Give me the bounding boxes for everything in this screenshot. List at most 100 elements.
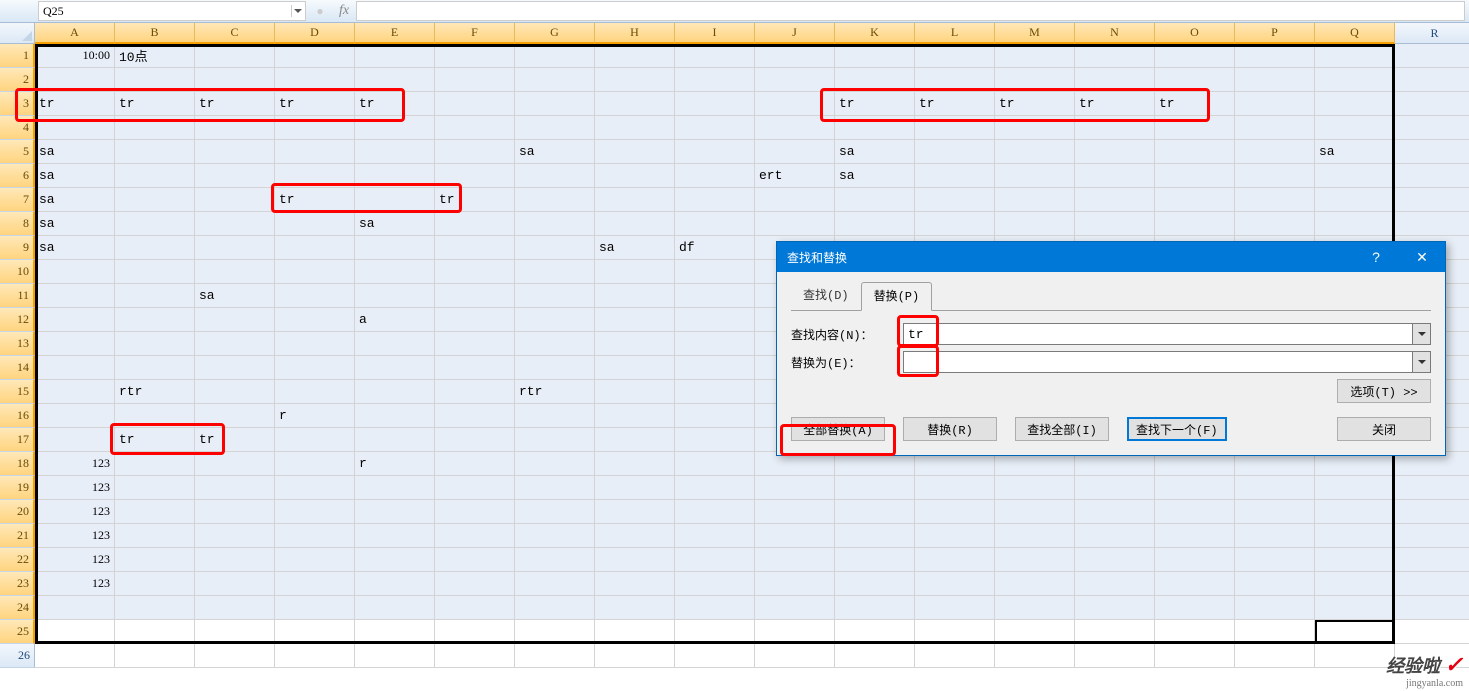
cell-I14[interactable] <box>675 356 755 380</box>
col-header-A[interactable]: A <box>35 23 115 44</box>
cell-A11[interactable] <box>35 284 115 308</box>
cell-C22[interactable] <box>195 548 275 572</box>
cell-H10[interactable] <box>595 260 675 284</box>
cell-A17[interactable] <box>35 428 115 452</box>
cell-E14[interactable] <box>355 356 435 380</box>
cell-H8[interactable] <box>595 212 675 236</box>
cell-O21[interactable] <box>1155 524 1235 548</box>
cell-E4[interactable] <box>355 116 435 140</box>
cell-L1[interactable] <box>915 44 995 68</box>
row-header-13[interactable]: 13 <box>0 332 35 356</box>
cell-M20[interactable] <box>995 500 1075 524</box>
cell-H17[interactable] <box>595 428 675 452</box>
cell-C15[interactable] <box>195 380 275 404</box>
cell-C14[interactable] <box>195 356 275 380</box>
cell-H26[interactable] <box>595 644 675 668</box>
cell-O24[interactable] <box>1155 596 1235 620</box>
cell-R6[interactable] <box>1395 164 1469 188</box>
cell-Q5[interactable]: sa <box>1315 140 1395 164</box>
cell-B6[interactable] <box>115 164 195 188</box>
cell-D3[interactable]: tr <box>275 92 355 116</box>
row-header-14[interactable]: 14 <box>0 356 35 380</box>
cell-L19[interactable] <box>915 476 995 500</box>
cell-C25[interactable] <box>195 620 275 644</box>
cell-J19[interactable] <box>755 476 835 500</box>
cell-O1[interactable] <box>1155 44 1235 68</box>
cell-G14[interactable] <box>515 356 595 380</box>
cell-D12[interactable] <box>275 308 355 332</box>
cell-L22[interactable] <box>915 548 995 572</box>
cell-H15[interactable] <box>595 380 675 404</box>
cell-I26[interactable] <box>675 644 755 668</box>
cell-M6[interactable] <box>995 164 1075 188</box>
cell-M21[interactable] <box>995 524 1075 548</box>
cell-C19[interactable] <box>195 476 275 500</box>
cell-D26[interactable] <box>275 644 355 668</box>
cell-O2[interactable] <box>1155 68 1235 92</box>
cell-C7[interactable] <box>195 188 275 212</box>
cell-F10[interactable] <box>435 260 515 284</box>
cell-F11[interactable] <box>435 284 515 308</box>
cell-C1[interactable] <box>195 44 275 68</box>
cell-O7[interactable] <box>1155 188 1235 212</box>
cell-J8[interactable] <box>755 212 835 236</box>
cell-B17[interactable]: tr <box>115 428 195 452</box>
col-header-J[interactable]: J <box>755 23 835 44</box>
replace-input[interactable] <box>903 351 1413 373</box>
cell-G3[interactable] <box>515 92 595 116</box>
cell-H12[interactable] <box>595 308 675 332</box>
cell-I20[interactable] <box>675 500 755 524</box>
row-header-22[interactable]: 22 <box>0 548 35 572</box>
cell-G4[interactable] <box>515 116 595 140</box>
find-next-button[interactable]: 查找下一个(F) <box>1127 417 1227 441</box>
cell-R25[interactable] <box>1395 620 1469 644</box>
cell-J1[interactable] <box>755 44 835 68</box>
cell-D23[interactable] <box>275 572 355 596</box>
col-header-O[interactable]: O <box>1155 23 1235 44</box>
cell-Q26[interactable] <box>1315 644 1395 668</box>
cell-E11[interactable] <box>355 284 435 308</box>
cell-D10[interactable] <box>275 260 355 284</box>
cell-B25[interactable] <box>115 620 195 644</box>
cell-B15[interactable]: rtr <box>115 380 195 404</box>
cell-I24[interactable] <box>675 596 755 620</box>
cell-J25[interactable] <box>755 620 835 644</box>
cell-N1[interactable] <box>1075 44 1155 68</box>
cell-D20[interactable] <box>275 500 355 524</box>
cell-N22[interactable] <box>1075 548 1155 572</box>
cell-G25[interactable] <box>515 620 595 644</box>
cell-B16[interactable] <box>115 404 195 428</box>
cell-P26[interactable] <box>1235 644 1315 668</box>
cell-H14[interactable] <box>595 356 675 380</box>
cell-D19[interactable] <box>275 476 355 500</box>
cell-A4[interactable] <box>35 116 115 140</box>
cell-I13[interactable] <box>675 332 755 356</box>
cell-E1[interactable] <box>355 44 435 68</box>
row-header-11[interactable]: 11 <box>0 284 35 308</box>
cell-A23[interactable]: 123 <box>35 572 115 596</box>
cell-Q4[interactable] <box>1315 116 1395 140</box>
cell-F6[interactable] <box>435 164 515 188</box>
row-header-15[interactable]: 15 <box>0 380 35 404</box>
cell-C2[interactable] <box>195 68 275 92</box>
name-box[interactable]: Q25 <box>38 1 306 21</box>
cell-A22[interactable]: 123 <box>35 548 115 572</box>
cell-A1[interactable]: 10:00 <box>35 44 115 68</box>
close-button[interactable]: ✕ <box>1399 242 1445 272</box>
cell-E7[interactable] <box>355 188 435 212</box>
cell-F18[interactable] <box>435 452 515 476</box>
cell-L4[interactable] <box>915 116 995 140</box>
cell-N19[interactable] <box>1075 476 1155 500</box>
cell-J24[interactable] <box>755 596 835 620</box>
cell-G11[interactable] <box>515 284 595 308</box>
cell-G8[interactable] <box>515 212 595 236</box>
cell-H25[interactable] <box>595 620 675 644</box>
cell-I11[interactable] <box>675 284 755 308</box>
cell-M26[interactable] <box>995 644 1075 668</box>
cell-C11[interactable]: sa <box>195 284 275 308</box>
cell-A19[interactable]: 123 <box>35 476 115 500</box>
cell-G15[interactable]: rtr <box>515 380 595 404</box>
cell-F24[interactable] <box>435 596 515 620</box>
cell-J20[interactable] <box>755 500 835 524</box>
cell-P24[interactable] <box>1235 596 1315 620</box>
